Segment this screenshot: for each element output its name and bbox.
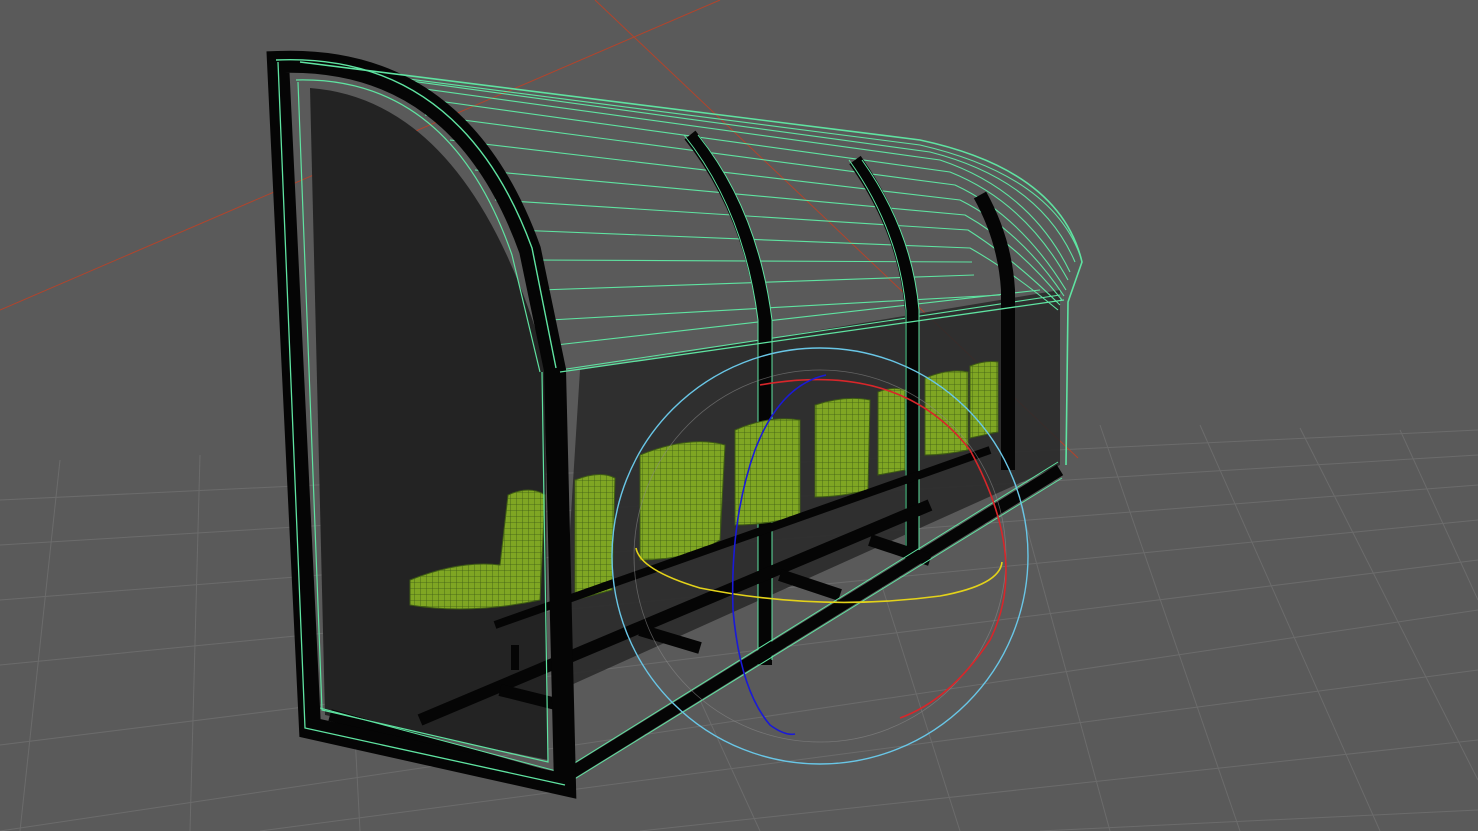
seat-4 xyxy=(734,418,801,526)
seat-6 xyxy=(877,387,906,476)
viewport-canvas[interactable] xyxy=(0,0,1478,831)
seat-8 xyxy=(969,361,999,439)
seat-5 xyxy=(814,397,871,498)
shelter-model[interactable] xyxy=(266,50,1083,799)
seat-3 xyxy=(639,441,726,561)
3d-viewport[interactable] xyxy=(0,0,1478,831)
